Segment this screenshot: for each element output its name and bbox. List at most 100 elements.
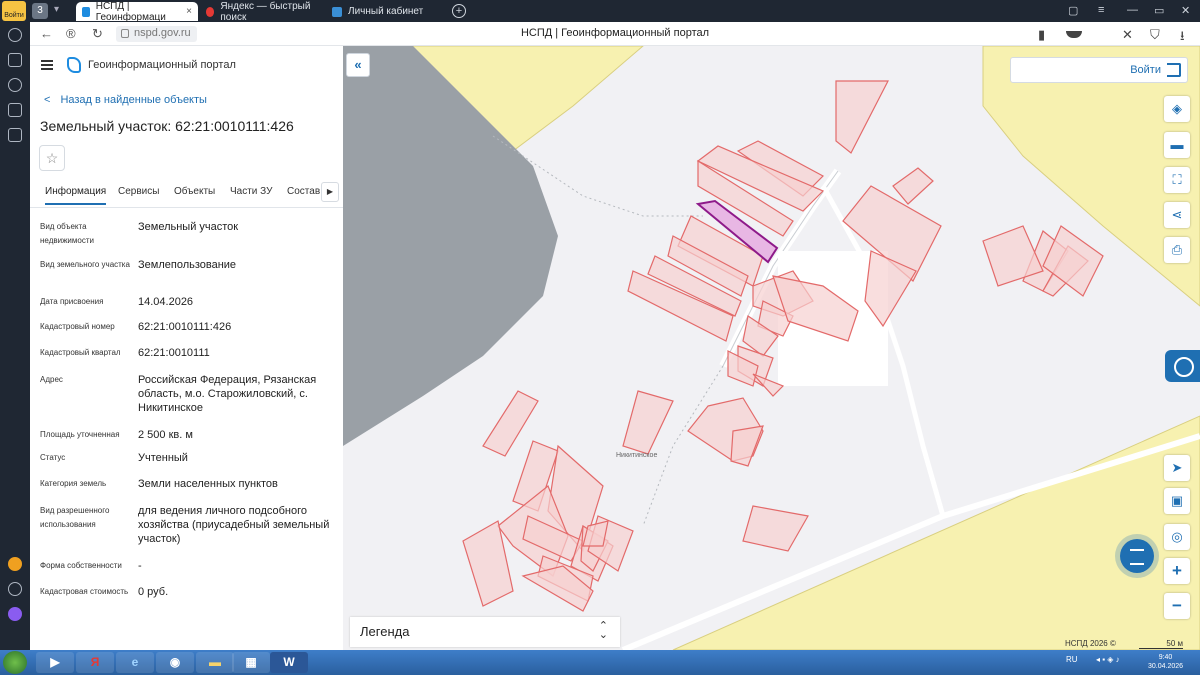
favorite-star-button[interactable]: ☆ [39, 145, 65, 171]
reload-icon[interactable]: ↻ [92, 27, 103, 41]
circle-app-icon[interactable] [8, 582, 22, 596]
object-info-panel: Геоинформационный портал < Назад в найде… [30, 46, 343, 650]
windows-taskbar: ▶ Я e ◉ ▬ ▦ W RU ◂ ▪ ◈ ♪ 9:40 30.04.2026 [0, 650, 1200, 675]
map-login-button[interactable]: Войти [1010, 57, 1188, 83]
menu-icon[interactable] [41, 60, 53, 70]
play-icon[interactable] [8, 78, 22, 92]
minimize-icon[interactable]: — [1127, 4, 1138, 16]
prop-key: Кадастровая стоимость [40, 587, 129, 596]
collections-icon[interactable] [8, 53, 22, 67]
tabs-menu-icon[interactable]: ▢ [1068, 4, 1078, 17]
back-link-label: Назад в найденные объекты [60, 94, 207, 106]
restore-icon[interactable]: ▭ [1154, 4, 1164, 17]
url-text: nspd.gov.ru [134, 27, 191, 39]
chat-icon[interactable] [8, 128, 22, 142]
prop-key: Форма собственности [40, 561, 122, 570]
share-button[interactable]: ⋖ [1164, 202, 1190, 228]
info-tabs: Информация Сервисы Объекты Части ЗУ Сост… [30, 182, 343, 208]
tab-cabinet[interactable]: Личный кабинет [326, 2, 446, 21]
reader-mode-icon[interactable] [1066, 31, 1082, 38]
close-window-icon[interactable]: ✕ [1181, 4, 1190, 17]
cabinet-favicon-icon [332, 6, 342, 17]
scale-bar: 50 м [1139, 639, 1183, 649]
assistant-icon[interactable] [8, 607, 22, 621]
alice-icon[interactable] [8, 557, 22, 571]
collapse-panel-button[interactable]: « [346, 53, 370, 77]
lock-icon [121, 29, 129, 38]
chat-button[interactable] [1120, 539, 1154, 573]
app-name: Геоинформационный портал [88, 59, 236, 71]
yandex-protect-icon[interactable]: ® [66, 27, 76, 41]
extensions-icon[interactable]: ✕ [1122, 27, 1133, 43]
prop-key: Категория земель [40, 479, 107, 488]
print-button[interactable]: ⎙ [1164, 237, 1190, 263]
prop-value: Земли населенных пунктов [138, 478, 278, 490]
geolocation-button[interactable]: ◎ [1164, 524, 1190, 550]
zoom-out-button[interactable]: − [1164, 593, 1190, 619]
chrome-icon[interactable]: ◉ [156, 652, 194, 673]
calculator-icon[interactable]: ▦ [232, 652, 270, 673]
back-to-results-link[interactable]: < Назад в найденные объекты [44, 94, 207, 106]
clock-date: 30.04.2026 [1148, 663, 1184, 670]
chevron-down-icon[interactable]: ▾ [54, 4, 59, 15]
tab-parts[interactable]: Части ЗУ [230, 186, 272, 203]
browser-sidebar [0, 22, 30, 650]
prop-key: Статус [40, 453, 66, 462]
history-icon[interactable] [8, 28, 22, 42]
prop-value[interactable]: 62:21:0010111:426 [138, 320, 336, 334]
tab-objects[interactable]: Объекты [174, 186, 215, 203]
media-player-icon[interactable]: ▶ [36, 652, 74, 673]
layers-button[interactable]: ◈ [1164, 96, 1190, 122]
word-icon[interactable]: W [270, 652, 308, 673]
select-area-button[interactable]: ⛶ [1164, 167, 1190, 193]
language-indicator[interactable]: RU [1066, 655, 1078, 664]
tab-services[interactable]: Сервисы [118, 186, 159, 203]
feedback-tab-icon[interactable] [1165, 350, 1200, 382]
page-title: НСПД | Геоинформационный портал [520, 27, 710, 39]
prop-value: - [138, 560, 142, 572]
tabs-scroll-right-button[interactable]: ▶ [321, 182, 339, 202]
minimap-button[interactable]: ▣ [1164, 488, 1190, 514]
map-canvas[interactable]: « Войти ◈ ▬ ⛶ ⋖ ⎙ ➤ ▣ ◎ + − Никитинское … [343, 46, 1200, 650]
profile-button[interactable]: 3 [32, 3, 48, 19]
chevron-updown-icon: ⌃ ⌄ [598, 620, 608, 641]
map-layer [343, 46, 1200, 650]
prop-key: Кадастровый квартал [40, 348, 121, 357]
prop-key: Кадастровый номер [40, 322, 115, 331]
zoom-in-button[interactable]: + [1164, 558, 1190, 584]
object-title: Земельный участок: 62:21:0010111:426 [40, 118, 294, 134]
prop-value: для ведения личного подсобного хозяйства… [138, 505, 330, 545]
tab-label: Личный кабинет [348, 6, 424, 17]
ruler-button[interactable]: ▬ [1164, 132, 1190, 158]
clock[interactable]: 9:40 30.04.2026 [1148, 653, 1183, 671]
back-arrow-icon[interactable]: ← [40, 27, 53, 41]
chevron-left-icon: < [44, 94, 51, 106]
my-location-button[interactable]: ➤ [1164, 455, 1190, 481]
tab-composition[interactable]: Состав [287, 186, 320, 203]
tab-information[interactable]: Информация [45, 186, 107, 205]
menu-icon[interactable]: ≡ [1098, 4, 1104, 16]
internet-explorer-icon[interactable]: e [116, 652, 154, 673]
app-3-icon[interactable] [8, 103, 22, 117]
tab-nspd[interactable]: НСПД | Геоинформаци × [76, 1, 198, 23]
tray-icons[interactable]: ◂ ▪ ◈ ♪ [1096, 655, 1120, 664]
shield-icon[interactable]: ⛉ [1150, 27, 1160, 43]
yandex-favicon-icon [206, 6, 215, 17]
prop-value: Учтенный [138, 452, 188, 464]
new-tab-button[interactable]: + [452, 4, 466, 18]
bookmark-icon[interactable]: ▮ [1038, 27, 1045, 43]
close-icon[interactable]: × [186, 6, 192, 17]
browser-login-badge[interactable]: Войти [2, 1, 26, 21]
prop-value: 14.04.2026 [138, 296, 194, 308]
prop-key: Вид объекта недвижимости [40, 222, 94, 245]
url-field[interactable]: nspd.gov.ru [116, 26, 197, 42]
yandex-browser-icon[interactable]: Я [76, 652, 114, 673]
prop-value: 2 500 кв. м [138, 429, 193, 441]
nspd-logo-icon [67, 57, 81, 73]
start-button[interactable] [3, 651, 27, 674]
address-bar: ← ® ↻ nspd.gov.ru НСПД | Геоинформационн… [30, 22, 1200, 46]
legend-dropdown[interactable]: Легенда ⌃ ⌄ [350, 617, 620, 647]
explorer-folder-icon[interactable]: ▬ [196, 652, 234, 673]
tab-yandex[interactable]: Яндекс — быстрый поиск [200, 1, 326, 23]
prop-value[interactable]: 62:21:0010111 [138, 346, 336, 360]
